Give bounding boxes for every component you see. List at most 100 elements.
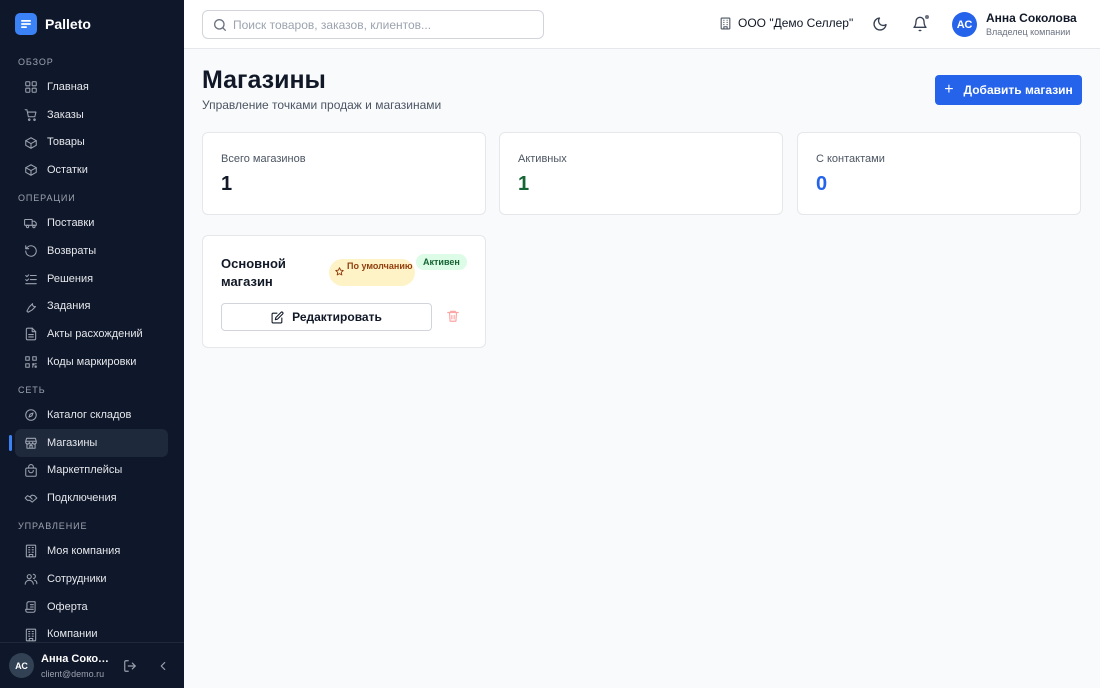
trash-icon[interactable] <box>446 309 460 323</box>
edit-store-button[interactable]: Редактировать <box>221 303 432 331</box>
add-store-button[interactable]: + Добавить магазин <box>935 75 1082 105</box>
sidebar-item[interactable]: Возвраты <box>15 237 168 265</box>
user-name[interactable]: Анна Соколова <box>986 11 1077 25</box>
edit-store-label: Редактировать <box>292 310 382 324</box>
document-icon <box>24 327 38 341</box>
sidebar-item-label: Главная <box>47 80 89 93</box>
sidebar-section-title: СЕТЬ <box>18 384 46 395</box>
scroll-icon <box>24 600 38 614</box>
sidebar-item[interactable]: Моя компания <box>15 537 168 565</box>
edit-icon <box>271 310 284 324</box>
stat-card-active: Активных 1 <box>499 132 783 215</box>
sidebar-section-title: ОПЕРАЦИИ <box>18 193 76 204</box>
sidebar-section-title: ОБЗОР <box>18 57 54 67</box>
dashboard-icon <box>24 80 38 94</box>
stat-value: 0 <box>816 173 828 195</box>
sidebar-item[interactable]: Сотрудники <box>15 565 168 593</box>
sidebar-item[interactable]: Магазины <box>9 428 168 457</box>
qr-icon <box>24 355 38 369</box>
stat-value: 1 <box>518 173 530 195</box>
page-title: Магазины <box>202 66 326 94</box>
avatar[interactable]: АС <box>9 653 34 678</box>
logo-icon <box>15 13 37 35</box>
sidebar-item[interactable]: Акты расхождений <box>15 320 168 348</box>
sidebar-item[interactable]: Главная <box>15 73 168 101</box>
sidebar-footer: АС Анна Соколова client@demo.ru <box>0 642 184 688</box>
sidebar-item[interactable]: Каталог складов <box>15 401 168 429</box>
sidebar-section-title: УПРАВЛЕНИЕ <box>18 521 88 532</box>
stat-value: 1 <box>221 173 233 195</box>
sidebar-item-label: Каталог складов <box>47 408 132 421</box>
moon-icon[interactable] <box>872 16 888 32</box>
brand-name: Palleto <box>45 16 91 32</box>
sidebar-item-label: Остатки <box>47 164 88 177</box>
sidebar-item[interactable]: Подключения <box>15 484 168 512</box>
sidebar-item[interactable]: Решения <box>15 265 168 293</box>
notification-dot <box>924 14 930 20</box>
building-icon <box>24 544 38 558</box>
sidebar-item[interactable]: Коды маркировки <box>15 348 168 376</box>
sidebar-user-email: client@demo.ru <box>41 669 105 679</box>
sidebar-item-label: Коды маркировки <box>47 356 137 369</box>
top-header: ООО "Демо Селлер" АС Анна Соколова Владе… <box>184 0 1100 49</box>
bell-icon[interactable] <box>912 14 930 33</box>
sidebar-item[interactable]: Оферта <box>15 593 168 621</box>
default-badge: По умолчанию <box>329 259 415 286</box>
box-icon <box>24 136 38 150</box>
sidebar-item-label: Моя компания <box>47 545 121 558</box>
sidebar: Palleto ОБЗОР Главная Заказы Товары Остатки О… <box>0 0 184 688</box>
compass-icon <box>24 408 38 422</box>
company-switcher[interactable]: ООО "Демо Селлер" <box>719 16 853 30</box>
sidebar-item[interactable]: Остатки <box>15 156 168 184</box>
cart-icon <box>24 108 38 122</box>
sidebar-nav: ОБЗОР Главная Заказы Товары Остатки ОПЕРАЦИИ П… <box>0 48 184 642</box>
building-icon <box>719 17 732 30</box>
sidebar-item-label: Задания <box>47 300 91 313</box>
page-subtitle: Управление точками продаж и магазинами <box>202 98 442 112</box>
sidebar-item-label: Возвраты <box>47 244 97 257</box>
plus-icon: + <box>944 81 954 98</box>
store-icon <box>24 436 38 450</box>
stat-label: Всего магазинов <box>221 153 306 165</box>
return-icon <box>24 244 38 258</box>
search-icon <box>212 17 228 33</box>
sidebar-item[interactable]: Заказы <box>15 101 168 129</box>
store-card: Основной магазин По умолчанию Активен Ре… <box>202 235 486 348</box>
stat-card-total: Всего магазинов 1 <box>202 132 486 215</box>
sidebar-item-label: Оферта <box>47 600 88 613</box>
sidebar-item-label: Подключения <box>47 492 117 505</box>
sidebar-item-label: Акты расхождений <box>47 328 143 341</box>
stat-label: С контактами <box>816 153 885 165</box>
building-icon <box>24 628 38 642</box>
search-box[interactable] <box>202 10 544 39</box>
chevron-left-icon[interactable] <box>156 659 170 673</box>
wrench-icon <box>24 300 38 314</box>
search-input[interactable] <box>233 15 533 35</box>
sidebar-user-name: Анна Соколова <box>41 653 111 665</box>
sidebar-item-label: Сотрудники <box>47 572 107 585</box>
sidebar-item[interactable]: Маркетплейсы <box>15 457 168 485</box>
logout-icon[interactable] <box>123 659 137 673</box>
store-name: Основной магазин <box>221 256 286 289</box>
star-icon <box>335 267 344 276</box>
sidebar-item[interactable]: Товары <box>15 129 168 157</box>
brand[interactable]: Palleto <box>15 13 91 35</box>
user-role: Владелец компании <box>986 27 1071 37</box>
sidebar-item-label: Поставки <box>47 217 95 230</box>
company-name: ООО "Демо Селлер" <box>738 16 854 30</box>
sidebar-item-label: Магазины <box>47 436 98 449</box>
sidebar-item[interactable]: Поставки <box>15 209 168 237</box>
sidebar-item-label: Компании <box>47 628 98 641</box>
user-avatar[interactable]: АС <box>952 12 977 37</box>
stat-label: Активных <box>518 153 567 165</box>
sidebar-item-label: Решения <box>47 272 94 285</box>
bag-icon <box>24 463 38 478</box>
add-store-label: Добавить магазин <box>963 83 1073 97</box>
sidebar-item-label: Товары <box>47 136 85 149</box>
sidebar-item-label: Заказы <box>47 108 84 121</box>
stat-card-contacts: С контактами 0 <box>797 132 1081 215</box>
box-icon <box>24 163 38 177</box>
status-badge: Активен <box>416 254 467 270</box>
sidebar-item[interactable]: Задания <box>15 293 168 321</box>
sidebar-item[interactable]: Компании <box>15 621 168 642</box>
